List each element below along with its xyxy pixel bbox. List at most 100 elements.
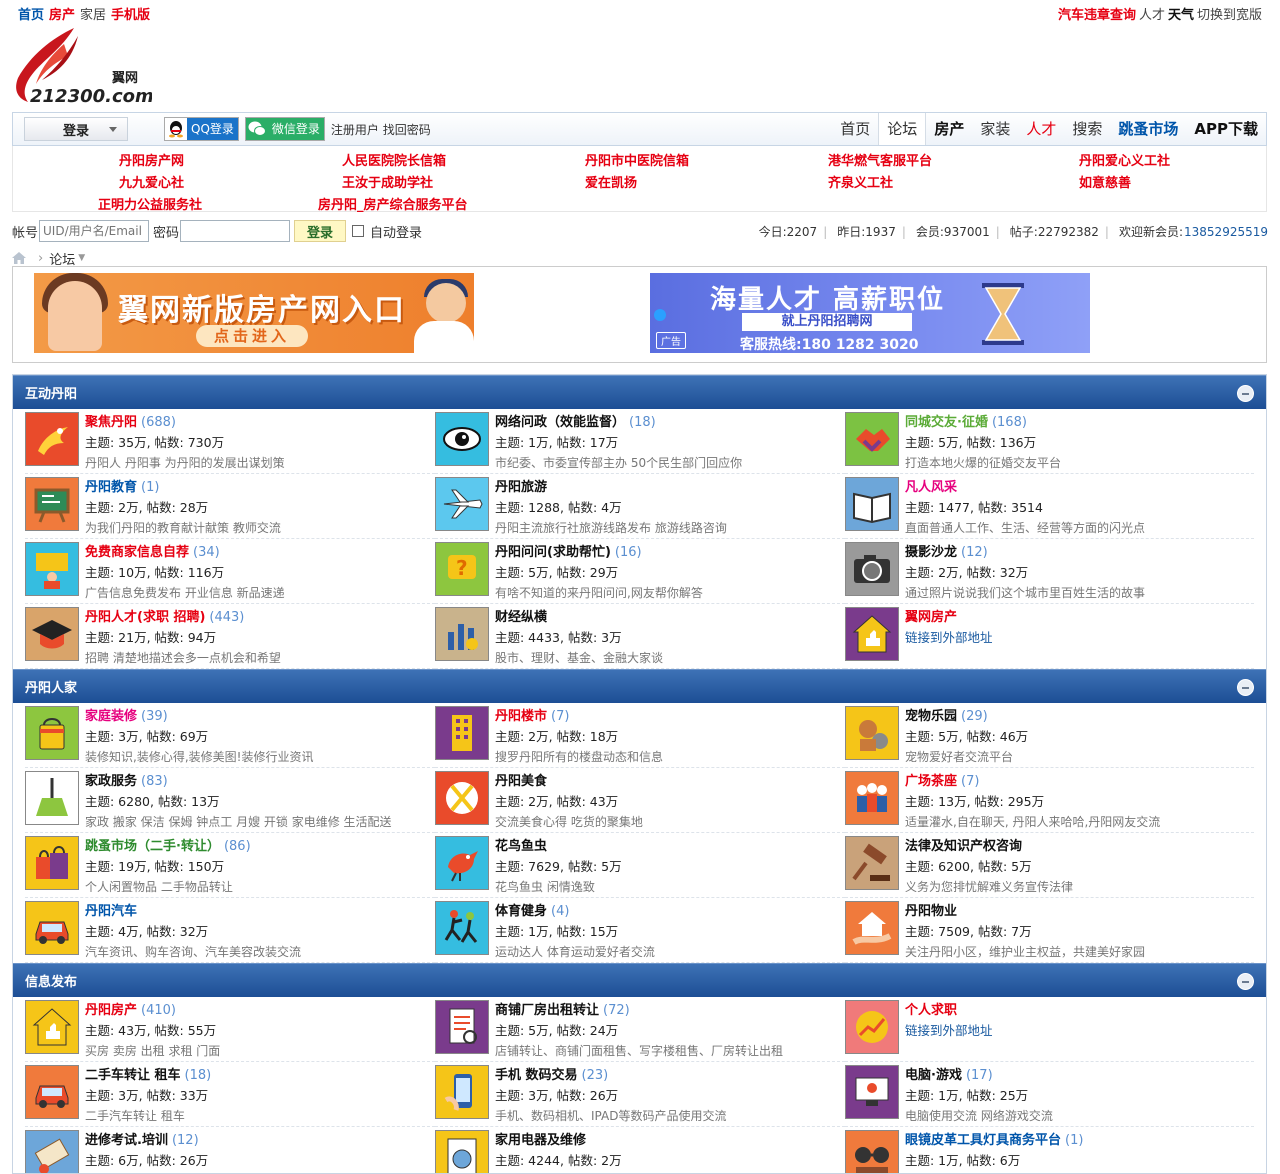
computer-icon[interactable] bbox=[845, 1065, 899, 1119]
shopping-bags-icon[interactable] bbox=[25, 836, 79, 890]
home-icon[interactable] bbox=[12, 252, 26, 264]
nav-tab[interactable]: 论坛 bbox=[878, 113, 927, 145]
nav-tab[interactable]: 人才 bbox=[1018, 113, 1064, 145]
forum-title[interactable]: 眼镜皮革工具灯具商务平台 bbox=[905, 1133, 1061, 1148]
forum-title[interactable]: 翼网房产 bbox=[905, 610, 957, 625]
house-like-icon[interactable] bbox=[25, 1000, 79, 1054]
document-icon[interactable] bbox=[435, 1000, 489, 1054]
forum-title[interactable]: 丹阳物业 bbox=[905, 904, 957, 919]
top-link[interactable]: 房产 bbox=[49, 8, 75, 23]
forum-title[interactable]: 跳蚤市场（二手·转让） bbox=[85, 839, 220, 854]
people-icon[interactable] bbox=[845, 771, 899, 825]
category-header[interactable]: 互动丹阳 bbox=[13, 375, 1266, 409]
password-input[interactable] bbox=[180, 220, 291, 242]
breadcrumb-forum[interactable]: 论坛 bbox=[49, 249, 75, 268]
qq-login-button[interactable]: QQ登录 bbox=[164, 117, 239, 141]
forum-title[interactable]: 丹阳房产 bbox=[85, 1003, 137, 1018]
forum-title[interactable]: 丹阳人才(求职 招聘) bbox=[85, 610, 205, 625]
forum-title[interactable]: 商铺厂房出租转让 bbox=[495, 1003, 599, 1018]
building-icon[interactable] bbox=[435, 706, 489, 760]
nav-tab[interactable]: 房产 bbox=[926, 113, 972, 145]
forum-title[interactable]: 丹阳美食 bbox=[495, 774, 547, 789]
growth-icon[interactable] bbox=[845, 1000, 899, 1054]
phone-icon[interactable] bbox=[435, 1065, 489, 1119]
partner-link[interactable]: 房丹阳_房产综合服务平台 bbox=[318, 194, 468, 213]
external-link[interactable]: 链接到外部地址 bbox=[905, 1021, 993, 1041]
auto-login-toggle[interactable]: 自动登录 bbox=[352, 222, 422, 241]
forum-title[interactable]: 电脑·游戏 bbox=[905, 1068, 962, 1083]
register-link[interactable]: 注册用户 bbox=[331, 123, 379, 137]
partner-link[interactable]: 丹阳爱心义工社 bbox=[1079, 150, 1170, 169]
forum-title[interactable]: 免费商家信息自荐 bbox=[85, 545, 189, 560]
forum-title[interactable]: 个人求职 bbox=[905, 1003, 957, 1018]
nav-tab[interactable]: APP下载 bbox=[1186, 113, 1266, 145]
partner-link[interactable]: 九九爱心社 bbox=[119, 172, 184, 191]
handshake-icon[interactable] bbox=[845, 412, 899, 466]
collapse-icon[interactable] bbox=[1237, 973, 1254, 990]
category-header[interactable]: 丹阳人家 bbox=[13, 669, 1266, 703]
washer-icon[interactable] bbox=[435, 1130, 489, 1173]
bird-icon[interactable] bbox=[435, 836, 489, 890]
forum-title[interactable]: 财经纵横 bbox=[495, 610, 547, 625]
cutlery-icon[interactable] bbox=[435, 771, 489, 825]
house-portal-banner[interactable]: 翼网新版房产网入口 点击进入 bbox=[34, 273, 474, 353]
nav-tab[interactable]: 搜索 bbox=[1064, 113, 1110, 145]
partner-link[interactable]: 丹阳房产网 bbox=[119, 150, 184, 169]
partner-link[interactable]: 正明力公益服务社 bbox=[98, 194, 202, 213]
presenter-icon[interactable] bbox=[25, 542, 79, 596]
top-link[interactable]: 手机版 bbox=[111, 8, 150, 23]
top-link[interactable]: 家居 bbox=[80, 8, 106, 23]
diploma-icon[interactable] bbox=[25, 1130, 79, 1173]
paint-bucket-icon[interactable] bbox=[25, 706, 79, 760]
forum-title[interactable]: 聚焦丹阳 bbox=[85, 415, 137, 430]
forum-title[interactable]: 家政服务 bbox=[85, 774, 137, 789]
partner-link[interactable]: 港华燃气客服平台 bbox=[828, 150, 932, 169]
chart-icon[interactable] bbox=[435, 607, 489, 661]
newest-member-link[interactable]: 13852925519 bbox=[1184, 225, 1268, 239]
nav-tab[interactable]: 首页 bbox=[832, 113, 878, 145]
phoenix-icon[interactable] bbox=[25, 412, 79, 466]
forum-title[interactable]: 家用电器及维修 bbox=[495, 1133, 586, 1148]
category-header[interactable]: 信息发布 bbox=[13, 963, 1266, 997]
car-icon[interactable] bbox=[25, 901, 79, 955]
forum-title[interactable]: 丹阳教育 bbox=[85, 480, 137, 495]
house-like-icon[interactable] bbox=[845, 607, 899, 661]
house-hand-icon[interactable] bbox=[845, 901, 899, 955]
caret-down-icon[interactable]: ▼ bbox=[78, 253, 85, 263]
forum-title[interactable]: 丹阳旅游 bbox=[495, 480, 547, 495]
top-link[interactable]: 汽车违章查询 bbox=[1058, 8, 1136, 23]
camera-icon[interactable] bbox=[845, 542, 899, 596]
car-icon[interactable] bbox=[25, 1065, 79, 1119]
runners-icon[interactable] bbox=[435, 901, 489, 955]
recruitment-banner[interactable]: 海量人才 高薪职位 就上丹阳招聘网 客服热线:180 1282 3020 广告 bbox=[650, 273, 1090, 353]
forum-title[interactable]: 丹阳楼市 bbox=[495, 709, 547, 724]
partner-link[interactable]: 人民医院院长信箱 bbox=[342, 150, 446, 169]
forum-title[interactable]: 凡人风采 bbox=[905, 480, 957, 495]
collapse-icon[interactable] bbox=[1237, 679, 1254, 696]
top-link[interactable]: 切换到宽版 bbox=[1197, 8, 1262, 23]
forum-title[interactable]: 花鸟鱼虫 bbox=[495, 839, 547, 854]
partner-link[interactable]: 丹阳市中医院信箱 bbox=[585, 150, 689, 169]
eye-icon[interactable] bbox=[435, 412, 489, 466]
external-link[interactable]: 链接到外部地址 bbox=[905, 628, 993, 648]
top-link[interactable]: 首页 bbox=[18, 8, 44, 23]
forum-title[interactable]: 同城交友·征婚 bbox=[905, 415, 988, 430]
partner-link[interactable]: 如意慈善 bbox=[1079, 172, 1131, 191]
forum-title[interactable]: 宠物乐园 bbox=[905, 709, 957, 724]
glasses-icon[interactable] bbox=[845, 1130, 899, 1173]
forum-title[interactable]: 网络问政（效能监督） bbox=[495, 415, 625, 430]
partner-link[interactable]: 爱在凯扬 bbox=[585, 172, 637, 191]
collapse-icon[interactable] bbox=[1237, 385, 1254, 402]
top-link[interactable]: 人才 bbox=[1139, 8, 1165, 23]
forum-title[interactable]: 手机 数码交易 bbox=[495, 1068, 578, 1083]
nav-tab[interactable]: 家装 bbox=[972, 113, 1018, 145]
blackboard-icon[interactable] bbox=[25, 477, 79, 531]
forum-title[interactable]: 二手车转让 租车 bbox=[85, 1068, 181, 1083]
forgot-password-link[interactable]: 找回密码 bbox=[383, 123, 431, 137]
partner-link[interactable]: 齐泉义工社 bbox=[828, 172, 893, 191]
login-submit-button[interactable]: 登录 bbox=[294, 220, 347, 242]
question-icon[interactable]: ? bbox=[435, 542, 489, 596]
wechat-login-button[interactable]: 微信登录 bbox=[244, 117, 325, 141]
book-icon[interactable] bbox=[845, 477, 899, 531]
forum-title[interactable]: 体育健身 bbox=[495, 904, 547, 919]
